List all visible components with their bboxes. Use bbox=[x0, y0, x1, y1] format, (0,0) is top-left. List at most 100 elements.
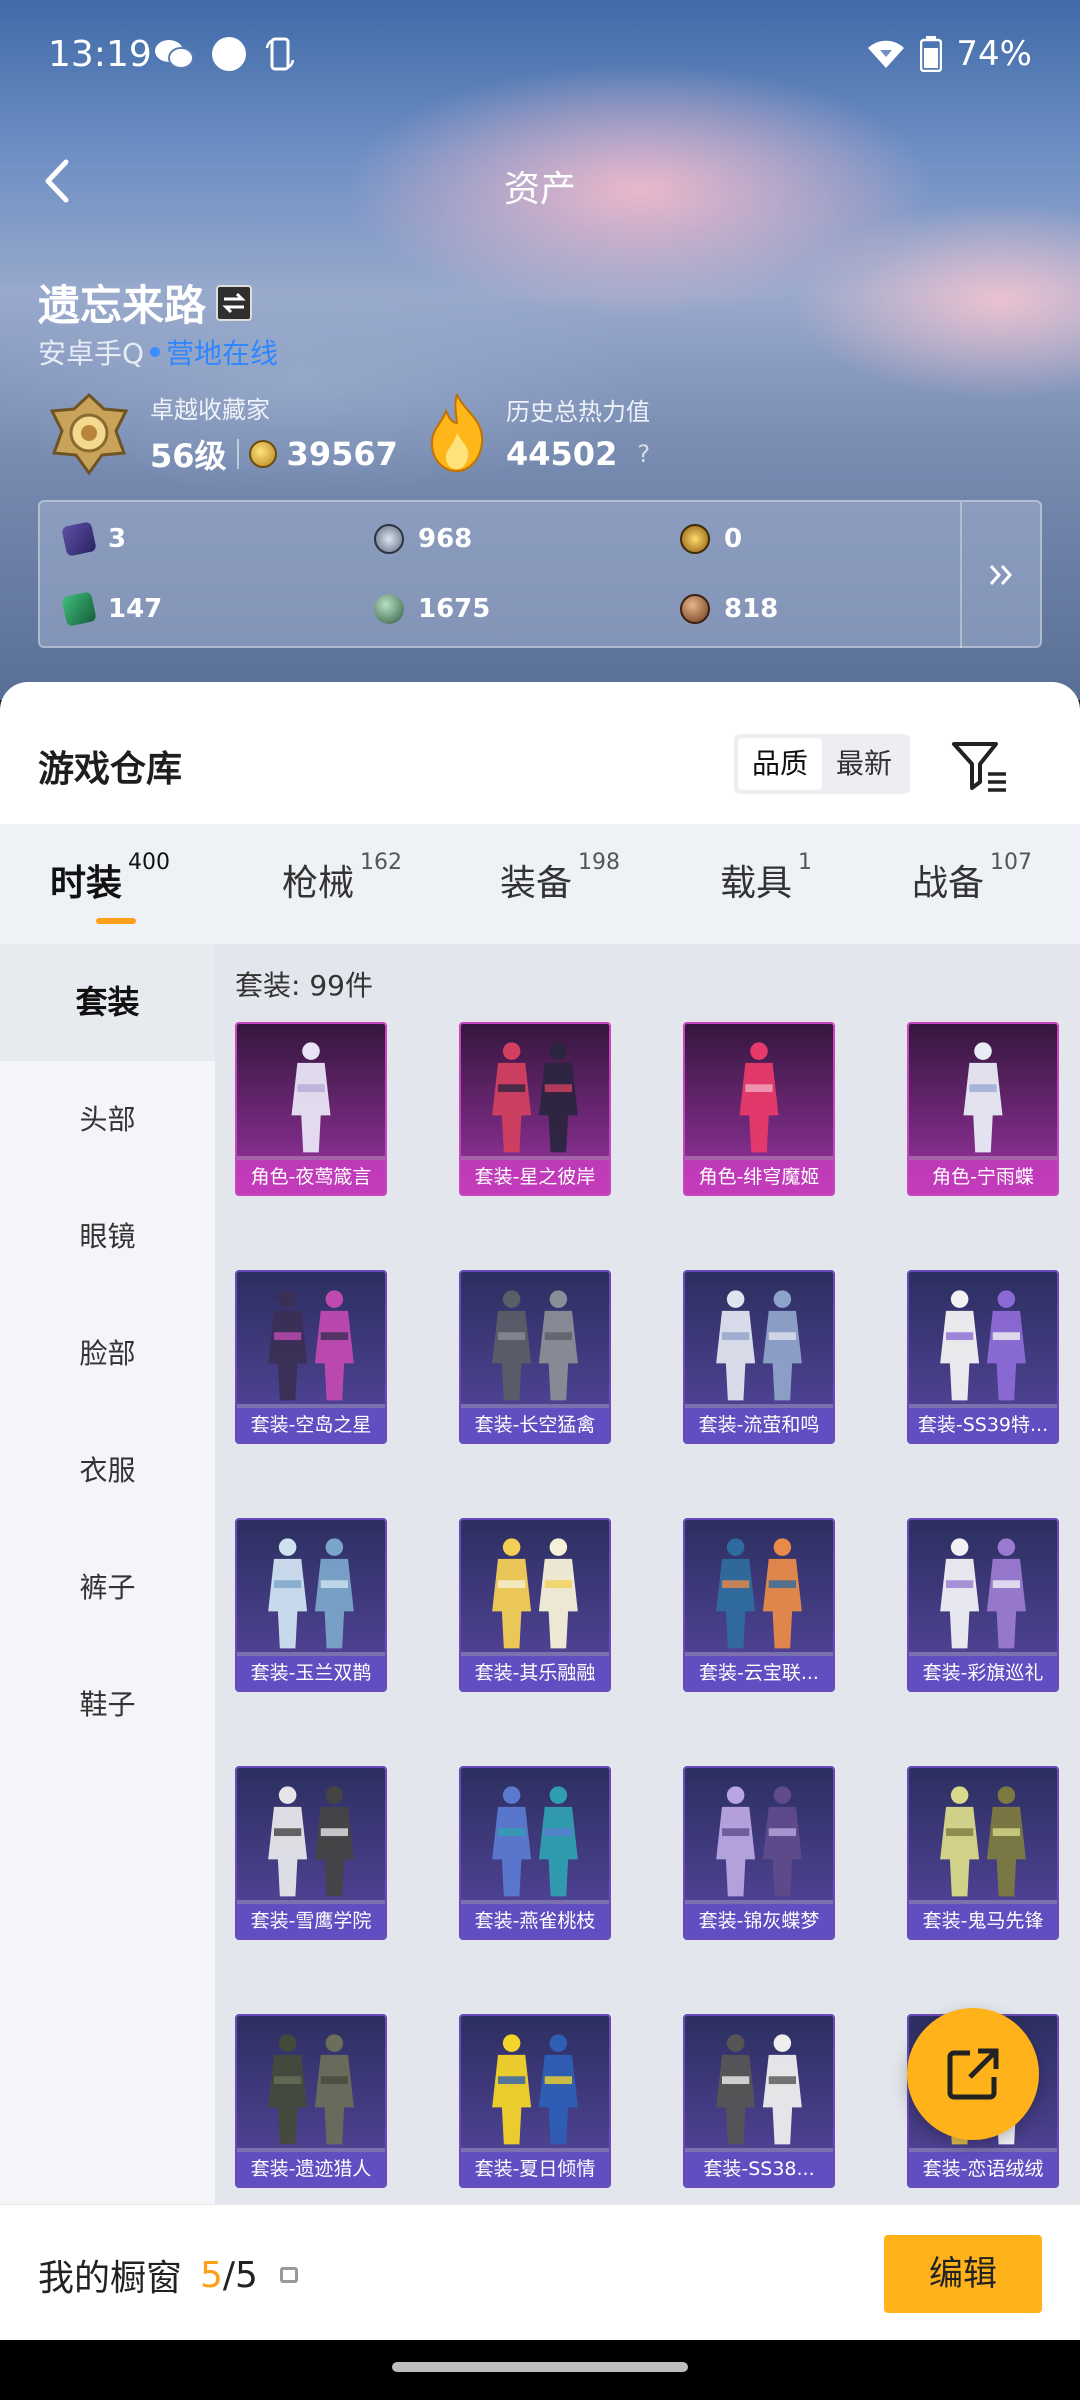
item-name: 套装-夏日倾情 bbox=[461, 2152, 609, 2186]
currency-value: 0 bbox=[724, 524, 743, 554]
outfit-figure-icon bbox=[716, 1538, 802, 1649]
double-chevron-right-icon bbox=[989, 565, 1013, 585]
item-card[interactable]: 角色-夜莺箴言 bbox=[235, 1022, 387, 1196]
item-card[interactable]: 套装-雪鹰学院 bbox=[235, 1766, 387, 1940]
rank-block[interactable]: 卓越收藏家 56级 39567 bbox=[44, 390, 398, 477]
tab-count: 1 bbox=[798, 850, 813, 875]
tab-weapons[interactable]: 枪械 162 bbox=[282, 850, 402, 906]
heat-value: 44502 bbox=[506, 435, 618, 473]
outfit-figure-icon bbox=[940, 1786, 1026, 1897]
side-item-glasses[interactable]: 眼镜 bbox=[0, 1178, 215, 1295]
item-card[interactable]: 角色-宁雨蝶 bbox=[907, 1022, 1059, 1196]
switch-account-icon[interactable] bbox=[216, 284, 253, 321]
item-card[interactable]: 套装-SS38... bbox=[683, 2014, 835, 2188]
outfit-figure-icon bbox=[716, 1290, 802, 1401]
expand-currencies-button[interactable] bbox=[960, 502, 1040, 648]
collection-points: 39567 bbox=[286, 435, 398, 473]
showcase-label-row: 我的橱窗 5/5 bbox=[38, 2249, 298, 2301]
currency-item: 818 bbox=[680, 594, 778, 624]
currency-item: 0 bbox=[680, 524, 742, 554]
battery-percent: 74% bbox=[956, 34, 1032, 74]
card-icon bbox=[61, 521, 97, 557]
item-card[interactable]: 套装-长空猛禽 bbox=[459, 1270, 611, 1444]
item-name: 套装-其乐融融 bbox=[461, 1656, 609, 1690]
outfit-figure-icon bbox=[492, 1290, 578, 1401]
side-item-shoes[interactable]: 鞋子 bbox=[0, 1646, 215, 1763]
item-name: 套装-长空猛禽 bbox=[461, 1408, 609, 1442]
filter-icon[interactable] bbox=[950, 738, 1010, 794]
item-card[interactable]: 套装-星之彼岸 bbox=[459, 1022, 611, 1196]
status-icons-right: 74% bbox=[866, 34, 1032, 74]
tab-label: 装备 bbox=[500, 863, 573, 904]
help-icon[interactable]: ? bbox=[637, 440, 650, 468]
sort-quality-button[interactable]: 品质 bbox=[738, 738, 823, 790]
item-card[interactable]: 套装-云宝联... bbox=[683, 1518, 835, 1692]
item-card[interactable]: 套装-鬼马先锋 bbox=[907, 1766, 1059, 1940]
circle-icon bbox=[212, 37, 246, 71]
tab-equipment[interactable]: 装备 198 bbox=[500, 850, 620, 906]
item-name: 套装-锦灰蝶梦 bbox=[685, 1904, 833, 1938]
item-card[interactable]: 角色-绯穹魔姬 bbox=[683, 1022, 835, 1196]
share-button[interactable] bbox=[907, 2008, 1039, 2140]
item-card[interactable]: 套装-锦灰蝶梦 bbox=[683, 1766, 835, 1940]
status-bar: 13:19 74% bbox=[0, 0, 1080, 110]
tab-vehicles[interactable]: 载具 1 bbox=[720, 850, 812, 906]
item-name: 套装-星之彼岸 bbox=[461, 1160, 609, 1194]
flame-icon bbox=[430, 392, 484, 472]
item-card[interactable]: 套装-其乐融融 bbox=[459, 1518, 611, 1692]
side-item-head[interactable]: 头部 bbox=[0, 1061, 215, 1178]
item-name: 套装-雪鹰学院 bbox=[237, 1904, 385, 1938]
active-tab-indicator bbox=[96, 918, 136, 924]
platform-text: 安卓手Q bbox=[38, 337, 145, 370]
side-item-face[interactable]: 脸部 bbox=[0, 1295, 215, 1412]
showcase-bar: 我的橱窗 5/5 编辑 bbox=[0, 2204, 1080, 2340]
currency-item: 3 bbox=[61, 521, 127, 557]
outfit-figure-icon bbox=[716, 2034, 802, 2145]
outfit-figure-icon bbox=[291, 1042, 331, 1153]
item-card[interactable]: 套装-流萤和鸣 bbox=[683, 1270, 835, 1444]
item-card[interactable]: 套装-SS39特... bbox=[907, 1270, 1059, 1444]
currency-item: 147 bbox=[61, 591, 162, 627]
currency-value: 818 bbox=[724, 594, 779, 624]
heat-line: 44502 ? bbox=[506, 435, 650, 473]
outfit-figure-icon bbox=[492, 1538, 578, 1649]
outfit-figure-icon bbox=[940, 1290, 1026, 1401]
edit-button[interactable]: 编辑 bbox=[884, 2235, 1042, 2313]
tab-label: 枪械 bbox=[282, 863, 355, 904]
item-card[interactable]: 套装-遗迹猎人 bbox=[235, 2014, 387, 2188]
item-card[interactable]: 套装-彩旗巡礼 bbox=[907, 1518, 1059, 1692]
sort-latest-button[interactable]: 最新 bbox=[822, 738, 906, 790]
currency-value: 3 bbox=[108, 524, 127, 554]
side-item-pants[interactable]: 裤子 bbox=[0, 1529, 215, 1646]
warehouse-header: 游戏仓库 品质 最新 bbox=[0, 682, 1080, 824]
tab-fashion[interactable]: 时装 400 bbox=[50, 850, 170, 906]
side-item-clothes[interactable]: 衣服 bbox=[0, 1412, 215, 1529]
tab-supplies[interactable]: 战备 107 bbox=[912, 850, 1032, 906]
heat-label: 历史总热力值 bbox=[506, 398, 650, 426]
tab-label: 时装 bbox=[50, 863, 123, 904]
item-name: 套装-彩旗巡礼 bbox=[909, 1656, 1057, 1690]
outfit-figure-icon bbox=[716, 1786, 802, 1897]
showcase-total: /5 bbox=[222, 2254, 258, 2296]
side-item-suit[interactable]: 套装 bbox=[0, 944, 215, 1061]
green-card-icon bbox=[61, 591, 97, 627]
home-gesture-handle[interactable] bbox=[392, 2362, 688, 2372]
tab-count: 198 bbox=[578, 850, 621, 875]
page-title: 资产 bbox=[503, 169, 576, 210]
item-card[interactable]: 套装-夏日倾情 bbox=[459, 2014, 611, 2188]
item-card[interactable]: 套装-燕雀桃枝 bbox=[459, 1766, 611, 1940]
item-count: 套装: 99件 bbox=[235, 969, 373, 1002]
item-card[interactable]: 套装-空岛之星 bbox=[235, 1270, 387, 1444]
currency-panel[interactable]: 3 968 0 147 1675 818 bbox=[38, 500, 1042, 648]
outfit-figure-icon bbox=[268, 1538, 354, 1649]
profile-header: 13:19 74% 资产 遗忘来路 安卓手Q 营地在线 卓越收藏家 56级 39… bbox=[0, 0, 1080, 700]
green-orb-icon bbox=[374, 594, 404, 624]
category-tabs: 时装 400 枪械 162 装备 198 载具 1 战备 107 bbox=[0, 824, 1080, 944]
item-name: 套装-SS39特... bbox=[909, 1408, 1057, 1442]
item-card[interactable]: 套装-玉兰双鹊 bbox=[235, 1518, 387, 1692]
item-name: 角色-夜莺箴言 bbox=[237, 1160, 385, 1194]
item-name: 套装-燕雀桃枝 bbox=[461, 1904, 609, 1938]
item-name: 套装-遗迹猎人 bbox=[237, 2152, 385, 2186]
share-icon bbox=[947, 2048, 999, 2100]
showcase-used: 5 bbox=[200, 2254, 223, 2296]
